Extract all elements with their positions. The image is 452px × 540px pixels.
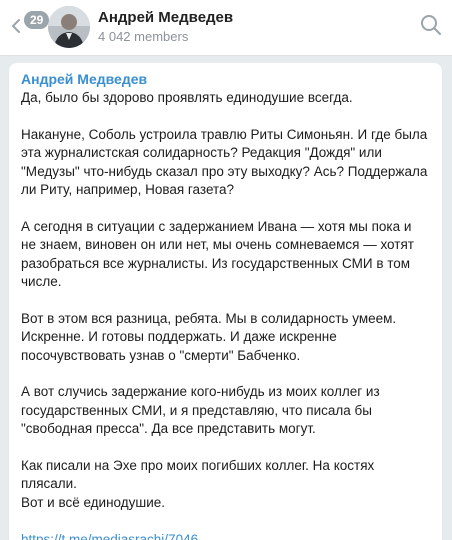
message-bubble: Андрей Медведев Да, было бы здорово проя… <box>9 63 442 540</box>
back-button[interactable]: 29 <box>4 6 50 42</box>
avatar[interactable] <box>48 6 90 48</box>
unread-count-badge: 29 <box>24 11 50 29</box>
search-icon <box>421 15 441 35</box>
message-author[interactable]: Андрей Медведев <box>21 70 430 88</box>
message-paragraph: Да, было бы здорово проявлять единодушие… <box>21 90 353 105</box>
message-paragraph: Вот в этом вся разница, ребята. Мы в сол… <box>21 310 397 363</box>
chat-title[interactable]: Андрей Медведев <box>98 9 233 26</box>
arrow-left-icon <box>12 19 20 33</box>
search-button[interactable] <box>418 12 444 38</box>
message-paragraph: А вот случись задержание кого-нибудь из … <box>21 384 380 437</box>
member-count: 4 042 members <box>98 29 189 44</box>
message-paragraph: А сегодня в ситуации с задержанием Ивана… <box>21 218 414 290</box>
message-paragraph: Как писали на Эхе про моих погибших колл… <box>21 458 375 510</box>
message-text: Да, было бы здорово проявлять единодушие… <box>21 89 430 512</box>
message-link[interactable]: https://t.me/mediasrachi/7046 <box>21 531 198 540</box>
chat-header: 29 Андрей Медведев 4 042 members <box>0 0 452 56</box>
message-paragraph: Накануне, Соболь устроила травлю Риты Си… <box>21 126 428 198</box>
